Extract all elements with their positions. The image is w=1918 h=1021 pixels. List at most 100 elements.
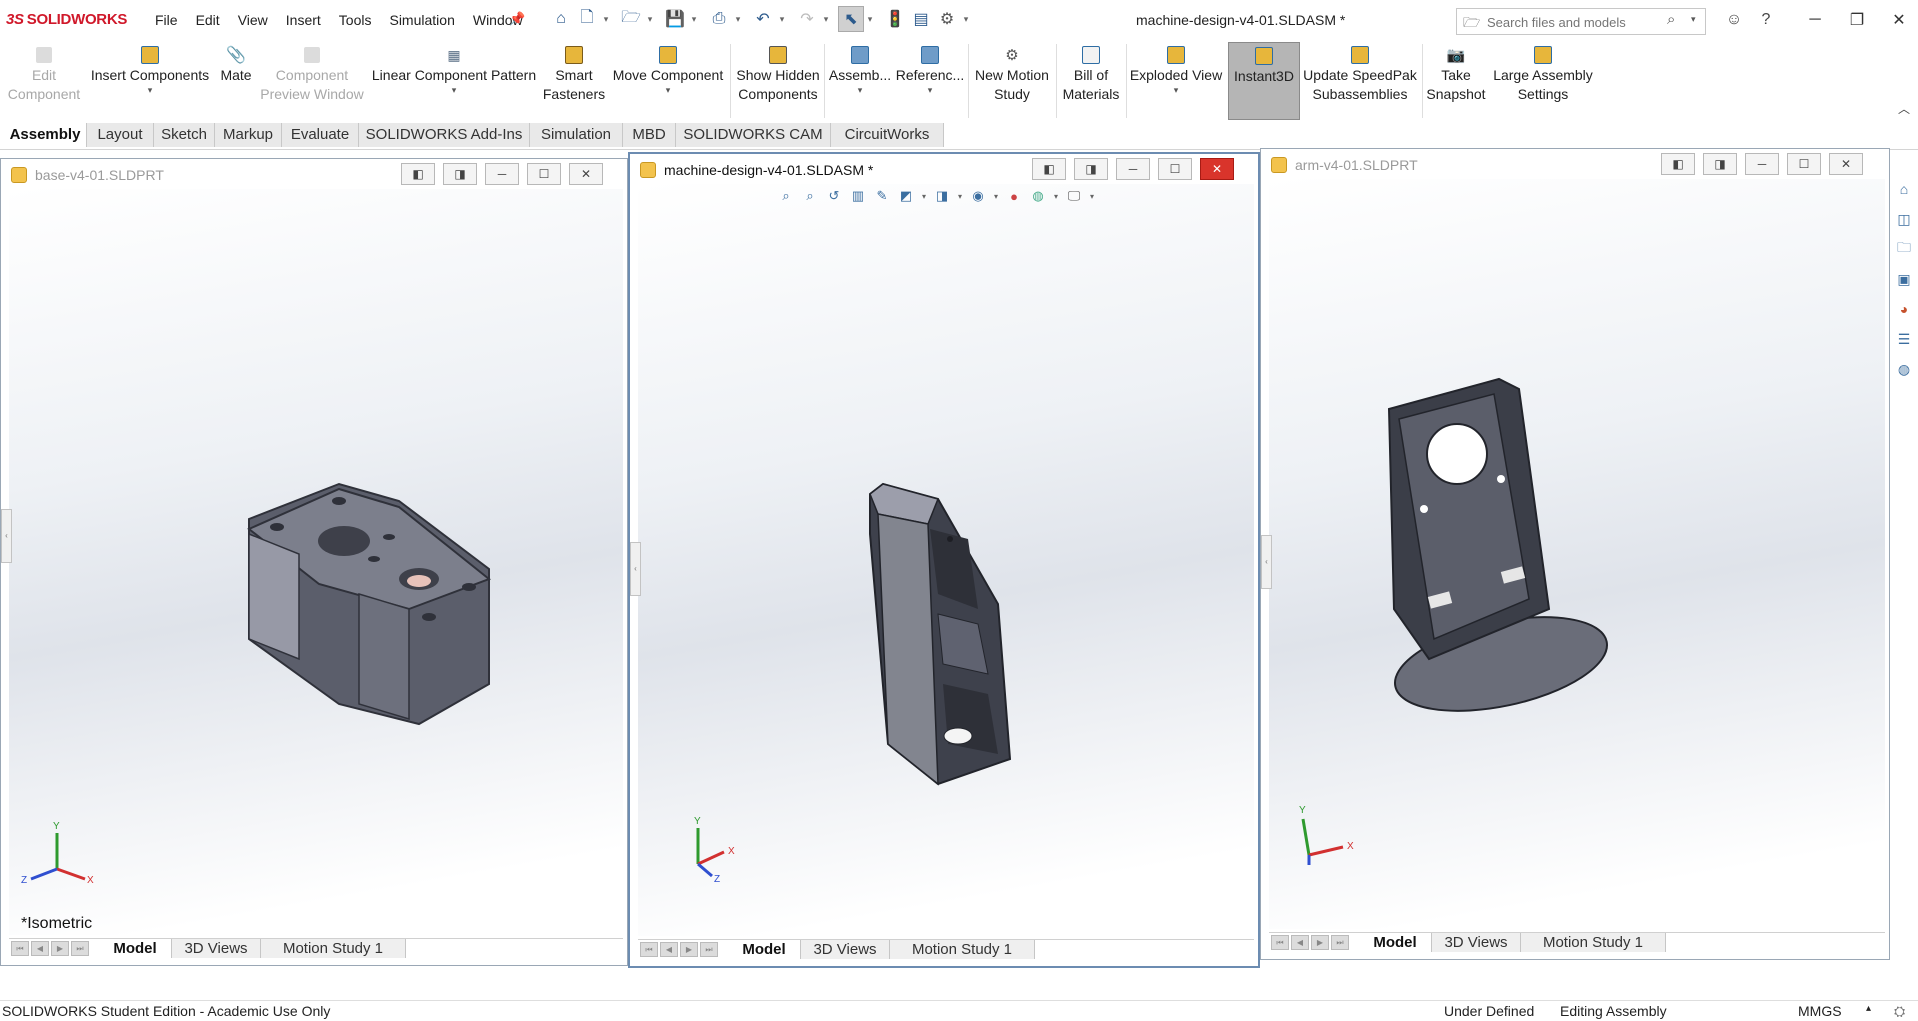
- next-tab-icon[interactable]: ▶: [680, 942, 698, 957]
- chevron-down-icon[interactable]: ▾: [1128, 85, 1224, 95]
- restore-icon[interactable]: ❐: [1836, 5, 1878, 35]
- menu-view[interactable]: View: [229, 12, 277, 28]
- 3d-resources-icon[interactable]: ◫: [1893, 208, 1915, 230]
- magnifier-icon[interactable]: ⌕: [1667, 11, 1675, 28]
- chevron-down-icon[interactable]: ▾: [960, 14, 972, 25]
- design-library-icon[interactable]: 🗀: [1893, 238, 1915, 260]
- tab-model[interactable]: Model: [728, 940, 801, 959]
- tab-solidworks-add-ins[interactable]: SOLIDWORKS Add-Ins: [359, 123, 530, 147]
- document-window-arm[interactable]: arm-v4-01.SLDPRT ◧ ◨ ─ ☐ ✕ Y X ‹ ⏮ ◀ ▶ ⏭…: [1260, 148, 1890, 960]
- bill-of-materials-button[interactable]: Bill of Materials: [1058, 44, 1124, 120]
- window-titlebar[interactable]: machine-design-v4-01.SLDASM * ◧ ◨ ─ ☐ ✕: [630, 154, 1258, 184]
- undo-icon[interactable]: ↶: [750, 6, 776, 32]
- tab-motion-study-1[interactable]: Motion Study 1: [890, 940, 1035, 959]
- maximize-icon[interactable]: ☐: [527, 163, 561, 185]
- tile-right-icon[interactable]: ◨: [1703, 153, 1737, 175]
- tab-model[interactable]: Model: [99, 939, 172, 958]
- appearances-icon[interactable]: ◕: [1893, 298, 1915, 320]
- menu-tools[interactable]: Tools: [330, 12, 381, 28]
- home-icon[interactable]: ⌂: [548, 6, 574, 32]
- user-account-icon[interactable]: ☺: [1718, 8, 1750, 32]
- chevron-down-icon[interactable]: ▾: [864, 14, 876, 25]
- minimize-icon[interactable]: ─: [1794, 5, 1836, 35]
- chevron-down-icon[interactable]: ▾: [820, 14, 832, 25]
- pin-menu-icon[interactable]: 📌: [509, 11, 525, 27]
- close-icon[interactable]: ✕: [1200, 158, 1234, 180]
- first-tab-icon[interactable]: ⏮: [11, 941, 29, 956]
- menu-insert[interactable]: Insert: [277, 12, 330, 28]
- tab-mbd[interactable]: MBD: [623, 123, 676, 147]
- edit-component-button[interactable]: Edit Component: [4, 44, 84, 120]
- save-icon[interactable]: 💾: [662, 6, 688, 32]
- show-hidden-components-button[interactable]: Show Hidden Components: [734, 44, 822, 120]
- next-tab-icon[interactable]: ▶: [51, 941, 69, 956]
- first-tab-icon[interactable]: ⏮: [640, 942, 658, 957]
- new-document-icon[interactable]: 🗋: [574, 6, 600, 32]
- last-tab-icon[interactable]: ⏭: [1331, 935, 1349, 950]
- minimize-icon[interactable]: ─: [485, 163, 519, 185]
- update-speedpak-button[interactable]: Update SpeedPak Subassemblies: [1302, 44, 1418, 120]
- chevron-up-icon[interactable]: ▴: [1866, 1003, 1871, 1014]
- collapse-ribbon-icon[interactable]: ︿: [1898, 100, 1910, 117]
- tab-solidworks-cam[interactable]: SOLIDWORKS CAM: [676, 123, 831, 147]
- chevron-down-icon[interactable]: ▾: [88, 85, 212, 95]
- file-explorer-icon[interactable]: ▣: [1893, 268, 1915, 290]
- maximize-icon[interactable]: ☐: [1158, 158, 1192, 180]
- chevron-down-icon[interactable]: ▾: [776, 14, 788, 25]
- tab-sketch[interactable]: Sketch: [154, 123, 215, 147]
- graphics-area[interactable]: ⌕ ⌕ ↺ ▥ ✎ ◩ ▾ ◨ ▾ ◉ ▾ ● ◍ ▾ 🖵 ▾ Y X Z: [638, 184, 1254, 936]
- last-tab-icon[interactable]: ⏭: [700, 942, 718, 957]
- chevron-down-icon[interactable]: ▾: [600, 14, 612, 25]
- tab-evaluate[interactable]: Evaluate: [282, 123, 359, 147]
- document-window-base[interactable]: base-v4-01.SLDPRT ◧ ◨ ─ ☐ ✕ Y X Z *Isome…: [0, 158, 628, 966]
- large-assembly-settings-button[interactable]: Large Assembly Settings: [1490, 44, 1596, 120]
- window-titlebar[interactable]: arm-v4-01.SLDPRT ◧ ◨ ─ ☐ ✕: [1261, 149, 1889, 179]
- chevron-down-icon[interactable]: ▾: [608, 85, 728, 95]
- chevron-down-icon[interactable]: ▾: [894, 85, 966, 95]
- home-icon[interactable]: ⌂: [1893, 178, 1915, 200]
- menu-edit[interactable]: Edit: [187, 12, 229, 28]
- redo-icon[interactable]: ↷: [794, 6, 820, 32]
- chevron-down-icon[interactable]: ▾: [828, 85, 892, 95]
- tab-markup[interactable]: Markup: [215, 123, 282, 147]
- new-motion-study-button[interactable]: ⚙ New Motion Study: [970, 44, 1054, 120]
- tab-3d-views[interactable]: 3D Views: [1432, 933, 1521, 952]
- chevron-down-icon[interactable]: ▾: [368, 85, 540, 95]
- tab-motion-study-1[interactable]: Motion Study 1: [1521, 933, 1666, 952]
- solidworks-forum-icon[interactable]: ◍: [1893, 358, 1915, 380]
- feedback-icon[interactable]: ⛭: [1894, 1003, 1905, 1020]
- chevron-down-icon[interactable]: ▾: [644, 14, 656, 25]
- rebuild-traffic-light-icon[interactable]: 🚦: [882, 6, 908, 32]
- tab-assembly[interactable]: Assembly: [4, 123, 87, 147]
- document-window-machine-design[interactable]: machine-design-v4-01.SLDASM * ◧ ◨ ─ ☐ ✕ …: [628, 152, 1260, 968]
- unit-system-selector[interactable]: MMGS: [1798, 1003, 1842, 1019]
- prev-tab-icon[interactable]: ◀: [31, 941, 49, 956]
- menu-file[interactable]: File: [146, 12, 187, 28]
- tile-left-icon[interactable]: ◧: [401, 163, 435, 185]
- tab-layout[interactable]: Layout: [87, 123, 154, 147]
- smart-fasteners-button[interactable]: Smart Fasteners: [542, 44, 606, 120]
- custom-properties-icon[interactable]: ☰: [1893, 328, 1915, 350]
- next-tab-icon[interactable]: ▶: [1311, 935, 1329, 950]
- select-cursor-icon[interactable]: ⬉: [838, 6, 864, 32]
- close-icon[interactable]: ✕: [1878, 5, 1918, 35]
- move-component-button[interactable]: Move Component ▾: [608, 44, 728, 120]
- feature-tree-toggle[interactable]: ‹: [1261, 535, 1272, 589]
- minimize-icon[interactable]: ─: [1745, 153, 1779, 175]
- exploded-view-button[interactable]: Exploded View ▾: [1128, 44, 1224, 120]
- tile-left-icon[interactable]: ◧: [1032, 158, 1066, 180]
- close-icon[interactable]: ✕: [1829, 153, 1863, 175]
- options-gear-icon[interactable]: ⚙: [934, 6, 960, 32]
- tab-simulation[interactable]: Simulation: [530, 123, 623, 147]
- last-tab-icon[interactable]: ⏭: [71, 941, 89, 956]
- open-folder-icon[interactable]: 🗁: [618, 6, 644, 32]
- help-icon[interactable]: ?: [1750, 8, 1782, 32]
- search-input[interactable]: [1485, 12, 1669, 32]
- feature-tree-toggle[interactable]: ‹: [630, 542, 641, 596]
- tab-circuitworks[interactable]: CircuitWorks: [831, 123, 944, 147]
- close-icon[interactable]: ✕: [569, 163, 603, 185]
- instant3d-button[interactable]: Instant3D: [1228, 42, 1300, 120]
- graphics-area[interactable]: Y X Z *Isometric: [9, 189, 623, 935]
- prev-tab-icon[interactable]: ◀: [660, 942, 678, 957]
- tab-3d-views[interactable]: 3D Views: [801, 940, 890, 959]
